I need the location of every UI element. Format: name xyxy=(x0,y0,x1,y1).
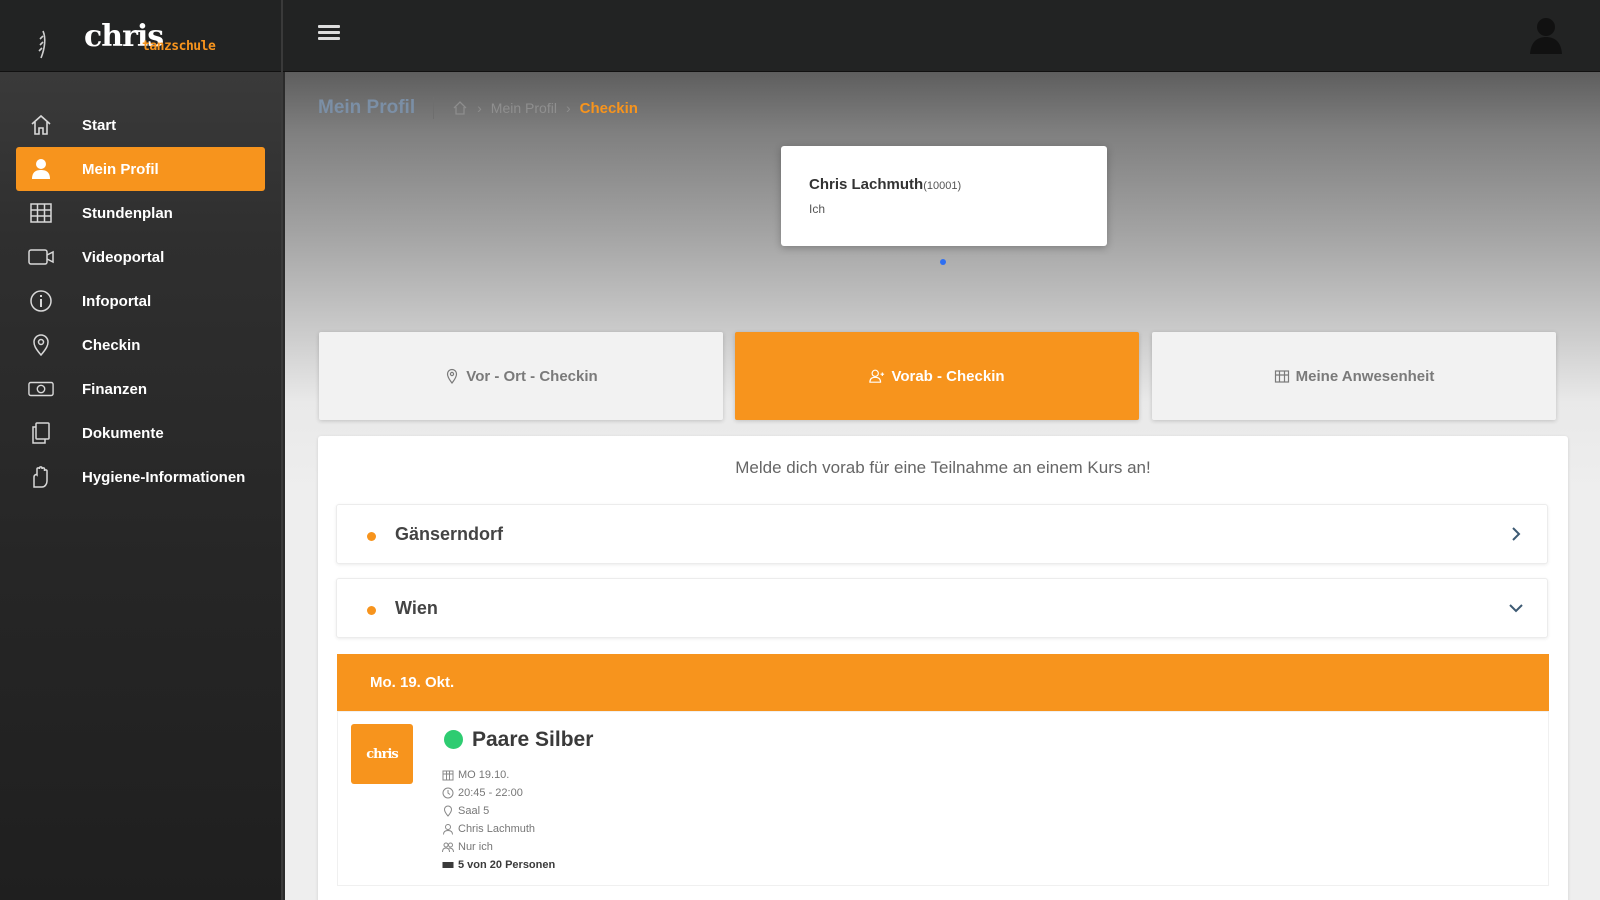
course-time: 20:45 - 22:00 xyxy=(442,784,555,802)
course-card[interactable]: chris Paare Silber MO 19.10. 20:45 - 22:… xyxy=(337,711,1549,886)
sidebar-item-label: Infoportal xyxy=(82,292,152,310)
profile-name: Chris Lachmuth xyxy=(809,176,924,193)
course-time-text: 20:45 - 22:00 xyxy=(458,787,523,799)
course-participants: Nur ich xyxy=(442,838,555,856)
breadcrumb-divider xyxy=(433,97,435,119)
logo-subtext: tanzschule xyxy=(142,39,216,54)
page-title: Mein Profil xyxy=(318,97,416,118)
calendar-icon xyxy=(442,769,454,781)
info-icon xyxy=(28,288,54,314)
bullet-icon xyxy=(367,606,376,615)
tab-label: Vorab - Checkin xyxy=(891,367,1005,385)
person-icon xyxy=(869,368,885,384)
chevron-right-icon xyxy=(1512,527,1521,541)
location-pin-icon xyxy=(28,332,54,358)
home-icon[interactable] xyxy=(452,100,468,116)
carousel-dot[interactable] xyxy=(940,259,946,265)
person-icon xyxy=(442,823,454,835)
location-accordion-wien[interactable]: Wien xyxy=(336,578,1548,638)
course-date-text: MO 19.10. xyxy=(458,769,510,781)
sidebar: Start Mein Profil Stundenplan Videoporta… xyxy=(0,72,283,900)
date-header: Mo. 19. Okt. xyxy=(337,654,1549,711)
course-participants-text: Nur ich xyxy=(458,841,493,853)
sidebar-item-checkin[interactable]: Checkin xyxy=(16,323,265,367)
hamburger-menu-icon[interactable] xyxy=(318,25,340,47)
date-label: Mo. 19. Okt. xyxy=(370,674,455,691)
course-capacity: 5 von 20 Personen xyxy=(442,856,555,874)
feather-icon xyxy=(38,30,46,59)
profile-card[interactable]: Chris Lachmuth(10001) Ich xyxy=(781,146,1107,246)
course-room: Saal 5 xyxy=(442,802,555,820)
calendar-icon xyxy=(1274,368,1290,384)
people-icon xyxy=(442,841,454,853)
chevron-right-icon: › xyxy=(565,100,571,116)
sidebar-item-dokumente[interactable]: Dokumente xyxy=(16,411,265,455)
chevron-right-icon: › xyxy=(477,100,482,116)
capacity-icon xyxy=(442,859,454,871)
location-pin-icon xyxy=(444,368,460,384)
course-date: MO 19.10. xyxy=(442,766,555,784)
breadcrumb-link[interactable]: Mein Profil xyxy=(491,100,557,116)
breadcrumb-current: Checkin xyxy=(579,99,638,117)
tab-meine-anwesenheit[interactable]: Meine Anwesenheit xyxy=(1152,332,1556,420)
tab-label: Vor - Ort - Checkin xyxy=(466,367,598,385)
sidebar-item-label: Dokumente xyxy=(82,424,164,442)
tab-vor-ort-checkin[interactable]: Vor - Ort - Checkin xyxy=(319,332,723,420)
sidebar-item-stundenplan[interactable]: Stundenplan xyxy=(16,191,265,235)
tab-label: Meine Anwesenheit xyxy=(1295,367,1435,385)
course-teacher-text: Chris Lachmuth xyxy=(458,823,536,835)
sidebar-nav: Start Mein Profil Stundenplan Videoporta… xyxy=(0,72,281,499)
user-icon xyxy=(28,156,54,182)
panel-intro-text: Melde dich vorab für eine Teilnahme an e… xyxy=(735,458,1151,477)
sidebar-item-label: Videoportal xyxy=(82,248,165,266)
status-indicator xyxy=(444,730,463,749)
sidebar-item-label: Checkin xyxy=(82,336,141,354)
breadcrumb: Mein Profil › Mein Profil › Checkin xyxy=(318,96,638,120)
course-logo: chris xyxy=(351,724,413,784)
money-icon xyxy=(28,376,54,402)
grid-icon xyxy=(28,200,54,226)
bullet-icon xyxy=(367,532,376,541)
hygiene-icon xyxy=(28,464,54,490)
sidebar-item-label: Stundenplan xyxy=(82,204,173,222)
documents-icon xyxy=(28,420,54,446)
chevron-down-icon xyxy=(1509,604,1523,613)
sidebar-item-start[interactable]: Start xyxy=(16,103,265,147)
sidebar-item-label: Start xyxy=(82,116,117,134)
logo[interactable]: chris tanzschule xyxy=(0,0,283,72)
sidebar-item-hygiene-informationen[interactable]: Hygiene-Informationen xyxy=(16,455,265,499)
clock-icon xyxy=(442,787,454,799)
checkin-panel: Melde dich vorab für eine Teilnahme an e… xyxy=(318,436,1568,900)
sidebar-item-infoportal[interactable]: Infoportal xyxy=(16,279,265,323)
course-meta-list: MO 19.10. 20:45 - 22:00 Saal 5 Chris Lac… xyxy=(442,766,555,874)
sidebar-item-label: Mein Profil xyxy=(82,160,159,178)
course-logo-text: chris xyxy=(366,746,399,762)
course-room-text: Saal 5 xyxy=(458,805,490,817)
sidebar-item-mein-profil[interactable]: Mein Profil xyxy=(16,147,265,191)
location-label: Gänserndorf xyxy=(395,524,504,544)
user-account-icon[interactable] xyxy=(1528,16,1564,56)
tab-vorab-checkin[interactable]: Vorab - Checkin xyxy=(735,332,1139,420)
top-bar: chris tanzschule xyxy=(0,0,1600,72)
course-capacity-text: 5 von 20 Personen xyxy=(458,859,556,871)
profile-name-line: Chris Lachmuth(10001) xyxy=(809,176,961,193)
main-content: Mein Profil › Mein Profil › Checkin Chri… xyxy=(285,72,1600,900)
course-title: Paare Silber xyxy=(472,728,594,751)
profile-id: (10001) xyxy=(923,180,962,192)
location-label: Wien xyxy=(395,598,438,618)
home-icon xyxy=(28,112,54,138)
location-accordion-gaenserndorf[interactable]: Gänserndorf xyxy=(336,504,1548,564)
sidebar-item-videoportal[interactable]: Videoportal xyxy=(16,235,265,279)
sidebar-item-label: Hygiene-Informationen xyxy=(82,468,246,486)
sidebar-item-label: Finanzen xyxy=(82,380,148,398)
video-icon xyxy=(28,244,54,270)
course-teacher: Chris Lachmuth xyxy=(442,820,555,838)
profile-role: Ich xyxy=(809,202,826,216)
location-pin-icon xyxy=(442,805,454,817)
sidebar-item-finanzen[interactable]: Finanzen xyxy=(16,367,265,411)
